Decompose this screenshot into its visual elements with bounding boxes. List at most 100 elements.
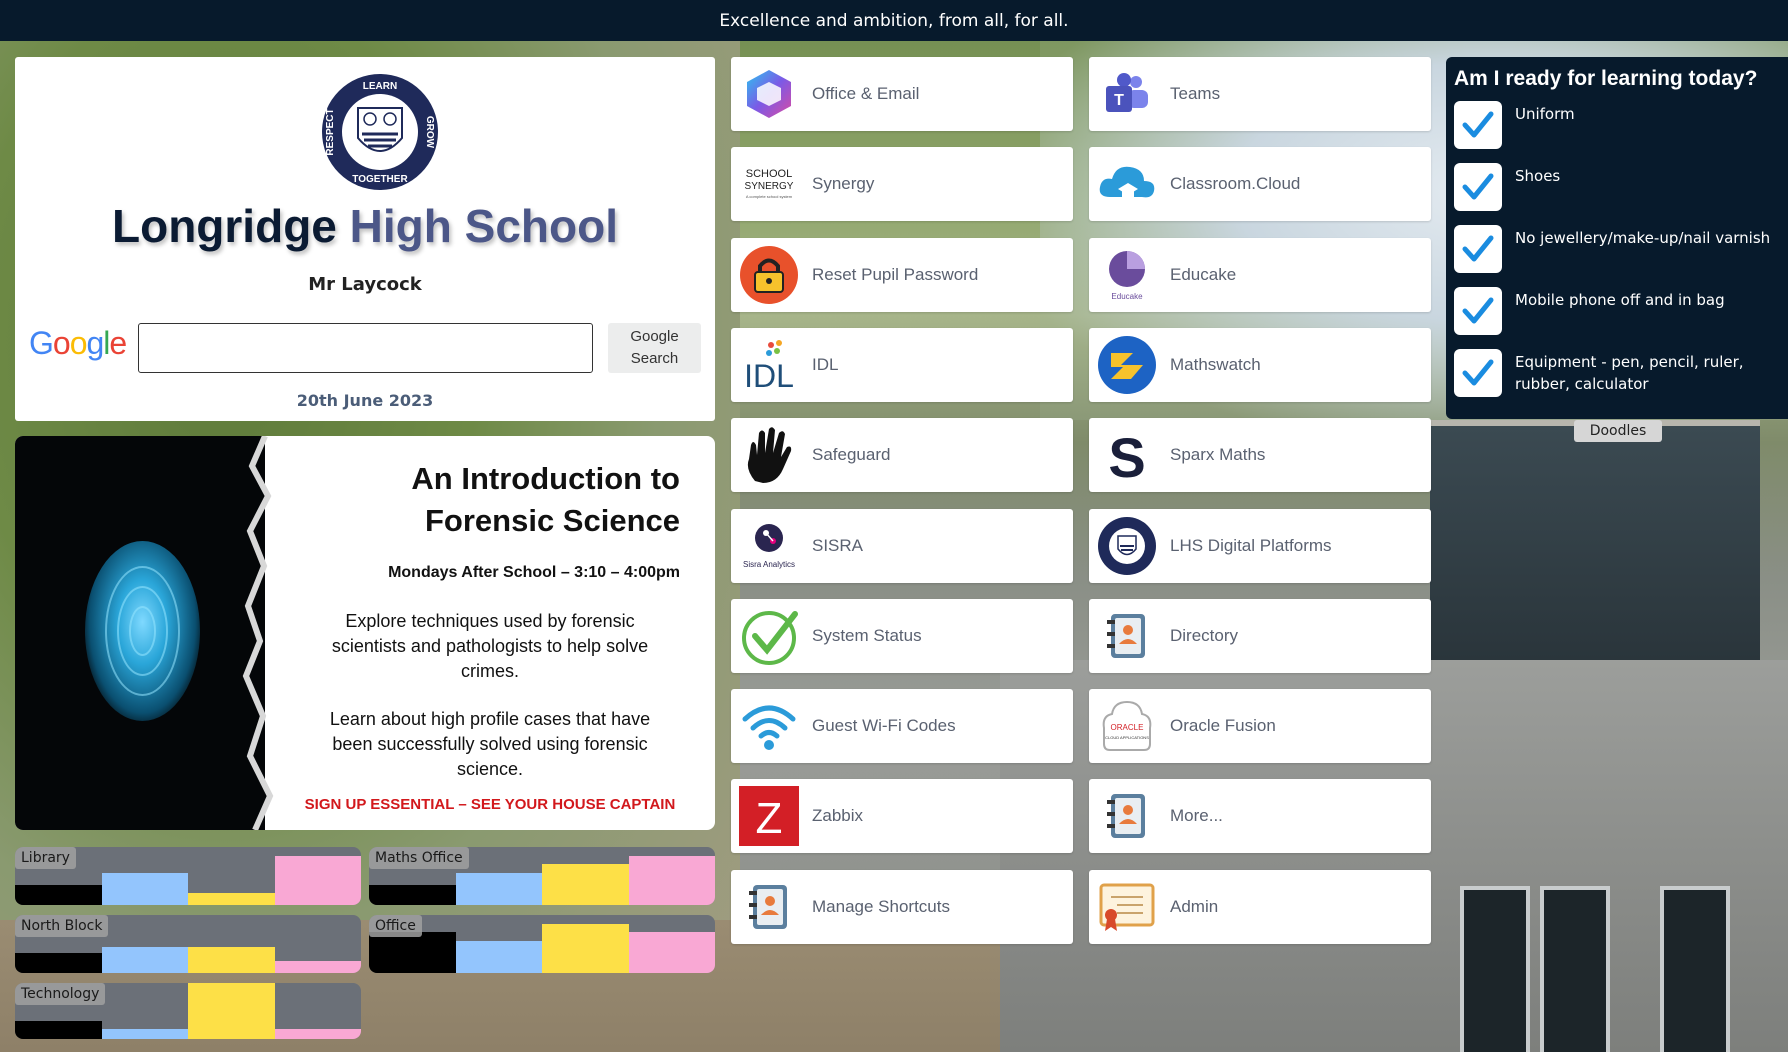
idl-icon: IDL bbox=[738, 334, 800, 396]
room-technology[interactable]: Technology bbox=[15, 983, 361, 1039]
shortcut-directory[interactable]: Directory bbox=[1089, 598, 1431, 673]
shortcut-guest-wi-fi-codes[interactable]: Guest Wi-Fi Codes bbox=[731, 689, 1073, 764]
motto-text: Excellence and ambition, from all, for a… bbox=[719, 10, 1069, 31]
google-logo: Google bbox=[29, 325, 127, 361]
shortcut-sisra[interactable]: Sisra Analytics SISRA bbox=[731, 508, 1073, 583]
shortcut-mathswatch[interactable]: Mathswatch bbox=[1089, 327, 1431, 402]
room-period-fill bbox=[542, 923, 629, 973]
room-period-fill bbox=[101, 946, 188, 973]
shortcut-label: System Status bbox=[812, 625, 922, 645]
room-period-fill bbox=[628, 855, 715, 905]
room-period-fill bbox=[188, 983, 275, 1039]
shortcut-idl[interactable]: IDL IDL bbox=[731, 327, 1073, 402]
background-building bbox=[1430, 420, 1760, 1052]
room-period-segment bbox=[101, 983, 188, 1039]
room-period-segment bbox=[188, 847, 275, 905]
shortcut-manage-shortcuts[interactable]: Manage Shortcuts bbox=[731, 869, 1073, 944]
school-name-first: Longridge bbox=[112, 200, 337, 252]
sparx-icon: S bbox=[1096, 424, 1158, 486]
address-book-icon bbox=[738, 876, 800, 938]
room-period-fill bbox=[455, 873, 542, 905]
shortcut-label: LHS Digital Platforms bbox=[1170, 535, 1332, 555]
shortcut-safeguard[interactable]: Safeguard bbox=[731, 418, 1073, 493]
shortcut-sparx-maths[interactable]: S Sparx Maths bbox=[1089, 418, 1431, 493]
room-period-segment bbox=[101, 847, 188, 905]
poster-paragraph-1: Explore techniques used by forensic scie… bbox=[331, 611, 649, 681]
room-period-fill bbox=[455, 941, 542, 973]
google-search-button[interactable]: Google Search bbox=[608, 323, 701, 373]
cloud-icon bbox=[1096, 153, 1158, 215]
shortcut-educake[interactable]: Educake Educake bbox=[1089, 237, 1431, 312]
room-period-fill bbox=[274, 855, 361, 905]
shortcut-label: Classroom.Cloud bbox=[1170, 174, 1301, 194]
checkbox-checked-icon[interactable] bbox=[1454, 287, 1502, 335]
room-period-fill bbox=[369, 932, 456, 973]
shortcut-system-status[interactable]: System Status bbox=[731, 598, 1073, 673]
certificate-icon bbox=[1096, 876, 1158, 938]
poster-signup: SIGN UP ESSENTIAL – SEE YOUR HOUSE CAPTA… bbox=[304, 796, 676, 813]
checkbox-checked-icon[interactable] bbox=[1454, 225, 1502, 273]
shortcut-label: SISRA bbox=[812, 535, 864, 555]
checkbox-checked-icon[interactable] bbox=[1454, 163, 1502, 211]
checkbox-checked-icon[interactable] bbox=[1454, 101, 1502, 149]
doodles-button[interactable]: Doodles bbox=[1574, 420, 1662, 442]
room-period-fill bbox=[101, 873, 188, 905]
oracle-icon: ORACLE CLOUD APPLICATIONS bbox=[1096, 695, 1158, 757]
shortcut-zabbix[interactable]: Z Zabbix bbox=[731, 779, 1073, 854]
svg-text:SYNERGY: SYNERGY bbox=[745, 181, 794, 192]
svg-text:T: T bbox=[1114, 92, 1124, 109]
current-date: 20th June 2023 bbox=[296, 391, 434, 410]
svg-text:LEARN: LEARN bbox=[363, 81, 397, 92]
shortcut-label: IDL bbox=[812, 354, 839, 374]
svg-text:TOGETHER: TOGETHER bbox=[352, 174, 408, 185]
room-maths-office[interactable]: Maths Office bbox=[369, 847, 715, 905]
room-period-fill bbox=[15, 952, 102, 973]
room-office[interactable]: Office bbox=[369, 915, 715, 973]
shortcut-label: Synergy bbox=[812, 174, 875, 194]
shortcut-synergy[interactable]: SCHOOL SYNERGY A complete school system Syn… bbox=[731, 147, 1073, 222]
shortcut-teams[interactable]: T Teams bbox=[1089, 57, 1431, 131]
shortcut-label: Directory bbox=[1170, 625, 1239, 645]
torn-edge bbox=[230, 436, 274, 830]
shortcut-oracle-fusion[interactable]: ORACLE CLOUD APPLICATIONS Oracle Fusion bbox=[1089, 689, 1431, 764]
room-period-fill bbox=[628, 932, 715, 973]
fingerprint-image bbox=[85, 541, 200, 721]
user-name: Mr Laycock bbox=[308, 274, 422, 295]
shortcut-label: Teams bbox=[1170, 84, 1221, 103]
svg-text:S: S bbox=[1108, 427, 1145, 483]
shortcut-classroom-cloud[interactable]: Classroom.Cloud bbox=[1089, 147, 1431, 222]
shortcut-label: Admin bbox=[1170, 896, 1219, 916]
room-period-segment bbox=[274, 915, 361, 973]
room-library[interactable]: Library bbox=[15, 847, 361, 905]
room-north-block[interactable]: North Block bbox=[15, 915, 361, 973]
shortcut-label: Mathswatch bbox=[1170, 354, 1261, 374]
room-period-fill bbox=[101, 1029, 188, 1039]
poster-title: An Introduction to Forensic Science bbox=[411, 461, 680, 538]
poster-paragraph-2: Learn about high profile cases that have… bbox=[329, 709, 651, 779]
shortcut-office-email[interactable]: Office & Email bbox=[731, 57, 1073, 131]
shortcut-lhs-digital-platforms[interactable]: LHS Digital Platforms bbox=[1089, 508, 1431, 583]
shortcut-label: Reset Pupil Password bbox=[812, 264, 979, 284]
shortcut-more[interactable]: More... bbox=[1089, 779, 1431, 854]
room-period-segment bbox=[101, 915, 188, 973]
svg-text:ORACLE: ORACLE bbox=[1111, 723, 1144, 732]
room-label: Library bbox=[15, 847, 76, 869]
room-period-segment bbox=[188, 915, 275, 973]
teams-icon: T bbox=[1096, 63, 1158, 125]
handprint-icon bbox=[738, 424, 800, 486]
checklist-item-label: Uniform bbox=[1515, 105, 1575, 123]
room-period-fill bbox=[15, 884, 102, 905]
svg-text:RESPECT: RESPECT bbox=[325, 108, 336, 155]
forensic-science-poster[interactable]: An Introduction to Forensic Science Mond… bbox=[15, 436, 715, 830]
checkmark-icon bbox=[738, 605, 800, 667]
google-search-input[interactable] bbox=[138, 323, 593, 373]
room-period-fill bbox=[369, 884, 456, 905]
svg-text:Educake: Educake bbox=[1111, 292, 1143, 301]
checkbox-checked-icon[interactable] bbox=[1454, 349, 1502, 397]
shortcut-label: Oracle Fusion bbox=[1170, 716, 1276, 736]
shortcut-admin[interactable]: Admin bbox=[1089, 869, 1431, 944]
shortcut-label: Sparx Maths bbox=[1170, 445, 1266, 465]
svg-text:Z: Z bbox=[756, 794, 783, 843]
shortcut-reset-pupil-password[interactable]: Reset Pupil Password bbox=[731, 237, 1073, 312]
checklist-item-label: Equipment - pen, pencil, ruler, rubber, … bbox=[1515, 353, 1744, 393]
